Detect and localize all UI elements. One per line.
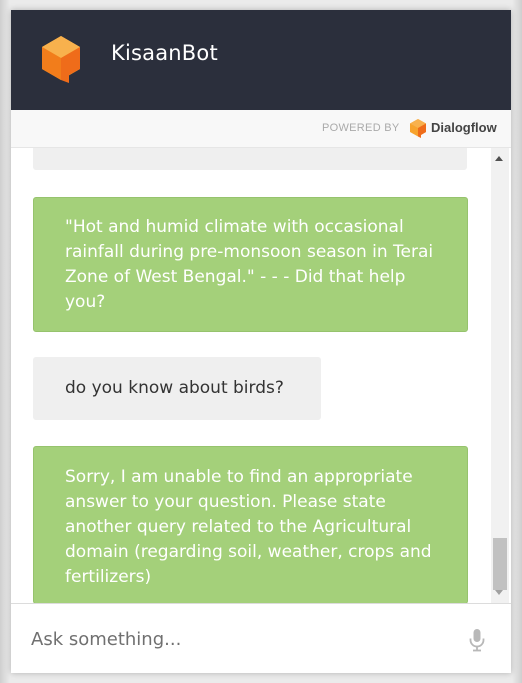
dialogflow-brand-name: Dialogflow (431, 120, 497, 135)
user-message (33, 148, 467, 170)
messages-scrollbar[interactable] (491, 148, 509, 603)
bot-title: KisaanBot (111, 41, 218, 65)
microphone-icon[interactable] (468, 628, 486, 652)
bot-message: "Hot and humid climate with occasional r… (33, 197, 468, 332)
chat-window: KisaanBot POWERED BY Dialogflow "Hot and… (11, 10, 511, 673)
query-input[interactable] (31, 624, 451, 654)
scrollbar-thumb[interactable] (493, 538, 507, 590)
chat-header: KisaanBot (11, 10, 511, 110)
powered-by-label: POWERED BY (322, 122, 400, 134)
bot-message-text: Sorry, I am unable to find an appropriat… (65, 467, 432, 587)
dialogflow-logo-icon (410, 119, 426, 138)
powered-by-bar: POWERED BY Dialogflow (11, 110, 511, 148)
user-message-text: do you know about birds? (65, 378, 284, 398)
bot-message-text: "Hot and humid climate with occasional r… (65, 217, 434, 312)
message-list[interactable]: "Hot and humid climate with occasional r… (11, 148, 511, 603)
user-message: do you know about birds? (33, 357, 321, 420)
scroll-down-arrow-icon[interactable] (495, 590, 503, 595)
scroll-up-arrow-icon[interactable] (495, 156, 503, 161)
bot-message: Sorry, I am unable to find an appropriat… (33, 446, 468, 603)
input-bar (11, 603, 511, 673)
dialogflow-cube-icon (42, 36, 80, 83)
